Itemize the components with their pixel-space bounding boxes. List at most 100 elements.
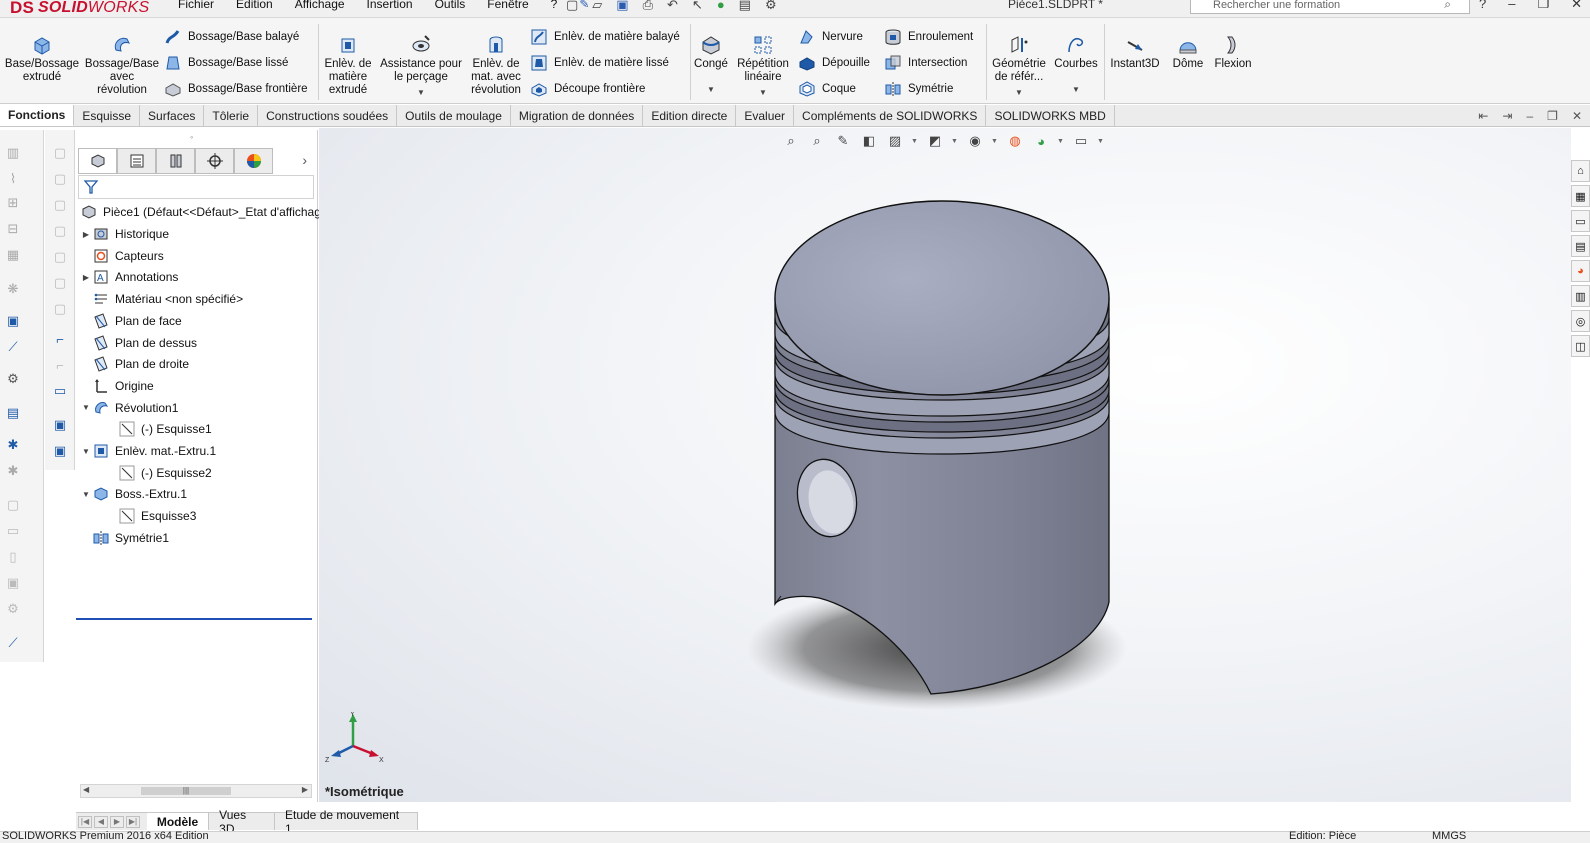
save-icon[interactable]: ▣ (616, 0, 628, 13)
panel-grip-icon[interactable]: ◦ (190, 132, 193, 142)
search-input[interactable]: Rechercher une formation ⌕ (1190, 0, 1470, 14)
sketch-tool-icon[interactable]: ❋ (3, 280, 23, 298)
boundary-cut-button[interactable]: Découpe frontière (530, 80, 645, 98)
feedback-icon[interactable]: ◫ (1571, 335, 1590, 357)
fillet-dropdown[interactable]: ▼ (707, 83, 715, 96)
menu-fenetre[interactable]: Fenêtre (487, 0, 528, 11)
tab-evaluer[interactable]: Evaluer (736, 105, 795, 126)
rollback-bar[interactable] (76, 618, 312, 620)
sketch-tool-icon[interactable]: ▥ (3, 144, 23, 162)
tab-vues-3d[interactable]: Vues 3D (209, 808, 275, 836)
tree-node[interactable]: (-) Esquisse1 (106, 419, 212, 439)
scroll-right-icon[interactable]: ▶ (302, 785, 308, 794)
custom-properties-icon[interactable]: ▥ (1571, 285, 1590, 307)
tab-fonctions[interactable]: Fonctions (0, 105, 75, 126)
tree-node[interactable]: Capteurs (80, 246, 164, 266)
tab-etude-de-mouvement[interactable]: Etude de mouvement 1 (275, 808, 418, 836)
tab-migration-de-donnees[interactable]: Migration de données (511, 105, 644, 126)
menu-affichage[interactable]: Affichage (295, 0, 345, 11)
feature-tool-icon[interactable]: ▣ (50, 416, 70, 434)
extrude-boss-button[interactable]: Base/Bossage extrudé (4, 34, 80, 84)
expand-arrow-icon[interactable]: ▶ (80, 273, 92, 282)
sketch-tool-icon[interactable]: ▯ (3, 548, 23, 566)
wrap-button[interactable]: Enroulement (884, 28, 973, 46)
swept-boss-button[interactable]: Bossage/Base balayé (164, 28, 299, 46)
close-icon[interactable]: ✕ (1571, 0, 1582, 12)
property-manager-tab[interactable] (117, 148, 156, 174)
tree-node[interactable]: ▼ Révolution1 (80, 398, 178, 418)
smart-dimension-icon[interactable]: ▣ (3, 312, 23, 330)
sketch-tool-icon[interactable]: ⊟ (3, 220, 23, 238)
tab-edition-directe[interactable]: Edition directe (643, 105, 737, 126)
measure-icon[interactable]: ⟋ (3, 634, 23, 652)
tab-surfaces[interactable]: Surfaces (140, 105, 205, 126)
previous-document-icon[interactable]: ⇤ (1478, 109, 1488, 123)
boundary-boss-button[interactable]: Bossage/Base frontière (164, 80, 308, 98)
hole-wizard-button[interactable]: Assistance pour le perçage ▼ (378, 34, 464, 99)
flex-button[interactable]: Flexion (1210, 34, 1256, 71)
feature-tree-tab[interactable] (78, 148, 117, 174)
tree-node[interactable]: Plan de dessus (80, 333, 197, 353)
sketch-tool-icon[interactable]: ▢ (3, 496, 23, 514)
revolve-cut-button[interactable]: Enlèv. de mat. avec révolution (468, 34, 524, 97)
tab-constructions-soudees[interactable]: Constructions soudées (258, 105, 398, 126)
menu-help[interactable]: ? (551, 0, 558, 11)
linear-pattern-dropdown[interactable]: ▼ (759, 86, 767, 99)
sketch-line-icon[interactable]: ⟋ (3, 338, 23, 356)
tab-tolerie[interactable]: Tôlerie (204, 105, 259, 126)
instant3d-button[interactable]: Instant3D (1108, 34, 1162, 71)
tree-node[interactable]: Esquisse3 (106, 506, 196, 526)
feature-tool-icon[interactable]: ▣ (50, 442, 70, 460)
next-tab-icon[interactable]: ▶ (110, 815, 124, 828)
mirror-button[interactable]: Symétrie (884, 80, 953, 98)
tree-node[interactable]: ▼ Enlèv. mat.-Extru.1 (80, 441, 216, 461)
configuration-manager-tab[interactable] (156, 148, 195, 174)
loft-cut-button[interactable]: Enlèv. de matière lissé (530, 54, 669, 72)
more-tabs-chevron-icon[interactable]: › (302, 152, 307, 168)
rebuild-icon[interactable]: ● (717, 0, 725, 13)
forum-icon[interactable]: ◎ (1571, 310, 1590, 332)
first-tab-icon[interactable]: |◀ (78, 815, 92, 828)
last-tab-icon[interactable]: ▶| (126, 815, 140, 828)
tree-root-part[interactable]: Pièce1 (Défaut<<Défaut>_Etat d'affichage… (80, 202, 349, 222)
tab-outils-de-moulage[interactable]: Outils de moulage (397, 105, 511, 126)
shell-button[interactable]: Coque (798, 80, 856, 98)
tree-node[interactable]: Plan de droite (80, 354, 189, 374)
file-properties-icon[interactable]: ▤ (739, 0, 751, 13)
solidworks-resources-icon[interactable]: ⌂ (1571, 160, 1590, 182)
help-icon[interactable]: ? (1479, 0, 1486, 12)
select-icon[interactable]: ↖ (692, 0, 703, 13)
feature-tool-icon[interactable]: ▢ (50, 144, 70, 162)
tab-solidworks-mbd[interactable]: SOLIDWORKS MBD (986, 105, 1115, 126)
menu-outils[interactable]: Outils (435, 0, 466, 11)
expand-arrow-icon[interactable]: ▶ (80, 230, 92, 239)
collapse-arrow-icon[interactable]: ▼ (80, 403, 92, 412)
collapse-arrow-icon[interactable]: ▼ (80, 447, 92, 456)
sketch-tool-icon[interactable]: ⊞ (3, 194, 23, 212)
prev-tab-icon[interactable]: ◀ (94, 815, 108, 828)
revolve-boss-button[interactable]: Bossage/Base avec révolution (84, 34, 160, 97)
design-library-icon[interactable]: ▦ (1571, 185, 1590, 207)
doc-close-icon[interactable]: ✕ (1572, 109, 1582, 123)
menu-edition[interactable]: Edition (236, 0, 273, 11)
graphics-area[interactable]: ⌕ ⌕ ✎ ◧ ▨ ▼ ◩ ▼ ◉ ▼ ◍ ◕ ▼ ▭ ▼ Y X Z *Iso… (319, 128, 1571, 802)
feature-tool-icon[interactable]: ▢ (50, 274, 70, 292)
sketch-tool-icon[interactable]: ⌇ (3, 170, 23, 188)
linear-pattern-button[interactable]: Répétition linéaire ▼ (734, 34, 792, 99)
appearances-icon[interactable]: ◕ (1571, 260, 1590, 282)
new-document-icon[interactable]: ▢ (566, 0, 578, 13)
open-icon[interactable]: ▱ (592, 0, 602, 13)
fillet-button[interactable]: Congé ▼ (694, 34, 728, 96)
sketch-settings-icon[interactable]: ⚙ (3, 370, 23, 388)
sketch-tool-icon[interactable]: ✱ (3, 462, 23, 480)
solidworks-logo[interactable]: DS SOLID WORKS (10, 0, 149, 20)
tree-node[interactable]: Origine (80, 376, 154, 396)
view-palette-icon[interactable]: ▤ (1571, 235, 1590, 257)
draft-button[interactable]: Dépouille (798, 54, 870, 72)
extrude-cut-button[interactable]: Enlèv. de matière extrudé (322, 34, 374, 97)
display-manager-tab[interactable] (234, 148, 273, 174)
options-gear-icon[interactable]: ⚙ (765, 0, 777, 13)
curves-dropdown[interactable]: ▼ (1072, 83, 1080, 96)
tree-node[interactable]: Symétrie1 (80, 528, 169, 548)
tree-node[interactable]: ▶ Historique (80, 224, 169, 244)
